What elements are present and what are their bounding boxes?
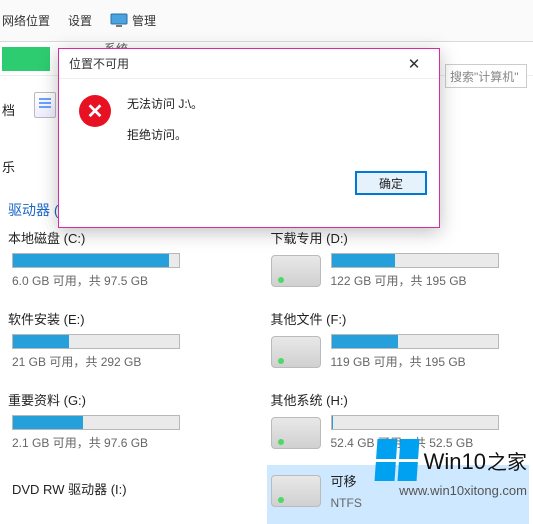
close-icon: ✕ <box>408 55 421 73</box>
dialog-ok-label: 确定 <box>379 175 403 192</box>
network-loc-label: 网络位置 <box>2 12 50 29</box>
drive-j-sub: NTFS <box>331 496 526 510</box>
watermark: Win10 之家 www.win10xitong.com <box>376 439 527 498</box>
drive-e-bar <box>12 334 180 349</box>
drive-g-title: 重要资料 (G:) <box>8 390 263 409</box>
drive-f-text: 119 GB 可用，共 195 GB <box>331 353 526 370</box>
drive-i-dvd[interactable]: DVD RW 驱动器 (I:) <box>4 465 267 524</box>
quick-green-block <box>2 47 50 71</box>
watermark-brand: Win10 之家 <box>424 446 527 475</box>
drive-f-bar <box>331 334 499 349</box>
drive-d[interactable]: 下载专用 (D:) 122 GB 可用，共 195 GB <box>267 222 530 303</box>
dialog-close-button[interactable]: ✕ <box>397 52 431 76</box>
drive-e-text: 21 GB 可用，共 292 GB <box>12 353 263 370</box>
manage-label: 管理 <box>132 12 156 29</box>
settings-label: 设置 <box>68 12 92 29</box>
drive-g-text: 2.1 GB 可用，共 97.6 GB <box>12 434 263 451</box>
hdd-icon <box>271 255 321 287</box>
drive-f-title: 其他文件 (F:) <box>271 309 526 328</box>
left-label-music: 乐 <box>2 157 15 176</box>
watermark-brand-en: Win10 <box>424 449 486 475</box>
search-placeholder: 搜索"计算机" <box>450 68 519 85</box>
dialog-ok-button[interactable]: 确定 <box>355 171 427 195</box>
drive-c-bar <box>12 253 180 268</box>
quick-doc-area <box>34 92 56 118</box>
search-input[interactable]: 搜索"计算机" <box>445 64 527 88</box>
ribbon-manage[interactable]: 管理 <box>110 12 156 30</box>
left-label-docs: 档 <box>2 100 15 119</box>
ribbon-network-location[interactable]: 网络位置 <box>2 12 50 29</box>
drive-c-text: 6.0 GB 可用，共 97.5 GB <box>12 272 263 289</box>
dialog-title-text: 位置不可用 <box>69 55 129 72</box>
drive-f[interactable]: 其他文件 (F:) 119 GB 可用，共 195 GB <box>267 303 530 384</box>
drive-e-title: 软件安装 (E:) <box>8 309 263 328</box>
error-dialog: 位置不可用 ✕ ✕ 无法访问 J:\。 拒绝访问。 确定 <box>58 48 440 228</box>
watermark-brand-zh: 之家 <box>487 446 527 475</box>
hdd-icon <box>271 417 321 449</box>
ribbon-settings[interactable]: 设置 <box>68 12 92 29</box>
hdd-icon <box>271 475 321 507</box>
drive-g[interactable]: 重要资料 (G:) 2.1 GB 可用，共 97.6 GB <box>4 384 267 465</box>
monitor-icon <box>110 12 128 30</box>
dialog-line2: 拒绝访问。 <box>127 126 203 143</box>
drive-d-text: 122 GB 可用，共 195 GB <box>331 272 526 289</box>
drive-d-bar <box>331 253 499 268</box>
hdd-icon <box>271 336 321 368</box>
dialog-message: 无法访问 J:\。 拒绝访问。 <box>127 95 203 157</box>
dialog-titlebar: 位置不可用 ✕ <box>59 49 439 79</box>
drive-h-title: 其他系统 (H:) <box>271 390 526 409</box>
dialog-line1: 无法访问 J:\。 <box>127 95 203 112</box>
windows-logo-icon <box>374 439 419 481</box>
drive-g-bar <box>12 415 180 430</box>
error-icon: ✕ <box>79 95 111 127</box>
drives-section-title: 驱动器 <box>8 202 50 218</box>
drive-h-bar <box>331 415 499 430</box>
drive-e[interactable]: 软件安装 (E:) 21 GB 可用，共 292 GB <box>4 303 267 384</box>
drive-c[interactable]: 本地磁盘 (C:) 6.0 GB 可用，共 97.5 GB <box>4 222 267 303</box>
drive-d-title: 下载专用 (D:) <box>271 228 526 247</box>
drive-i-title: DVD RW 驱动器 (I:) <box>12 479 127 498</box>
document-icon <box>34 92 56 118</box>
watermark-url: www.win10xitong.com <box>376 483 527 498</box>
drive-c-title: 本地磁盘 (C:) <box>8 228 263 247</box>
